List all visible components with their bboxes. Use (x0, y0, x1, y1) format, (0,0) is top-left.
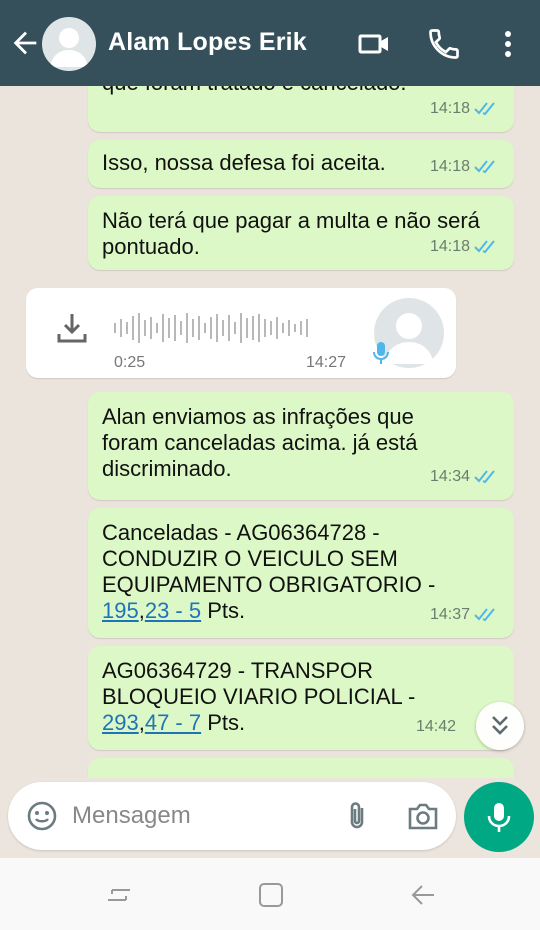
phone-link[interactable]: 293 (102, 710, 139, 735)
message-input-container[interactable] (8, 782, 456, 850)
voice-record-button[interactable] (464, 782, 534, 852)
message-composer (0, 778, 540, 858)
points-suffix: Pts. (201, 598, 246, 623)
message-text: que foram tratado e cancelado. (102, 86, 500, 96)
mic-icon (487, 803, 511, 832)
message-bubble[interactable]: Canceladas - AG06364728 - CONDUZIR O VEI… (88, 508, 514, 638)
scroll-to-bottom-button[interactable] (476, 702, 524, 750)
read-ticks-icon (474, 608, 495, 622)
phone-link[interactable]: 195 (102, 598, 139, 623)
message-line: EQUIPAMENTO OBRIGATORIO - (102, 572, 436, 597)
back-icon[interactable] (408, 880, 438, 910)
message-meta: 14:18 (430, 154, 500, 180)
message-input[interactable] (72, 796, 322, 836)
message-meta: 14:18 (430, 96, 500, 122)
download-icon[interactable] (54, 310, 90, 346)
voice-time: 14:27 (305, 354, 346, 371)
message-line: BLOQUEIO VIARIO POLICIAL - (102, 684, 416, 709)
phone-icon[interactable] (426, 26, 462, 62)
camera-icon[interactable] (406, 800, 440, 832)
message-text: Não terá que pagar a multa e não será po… (102, 208, 480, 259)
phone-link[interactable]: 47 - 7 (145, 710, 201, 735)
message-meta: 14:37 (430, 602, 500, 628)
read-ticks-icon (474, 240, 495, 254)
recent-apps-icon[interactable] (104, 880, 134, 910)
read-ticks-icon (474, 102, 495, 116)
double-chevron-down-icon (492, 716, 508, 735)
read-ticks-icon (474, 160, 495, 174)
message-meta: 14:34 (430, 464, 500, 490)
message-bubble[interactable]: Não terá que pagar a multa e não será po… (88, 196, 514, 270)
message-time: 14:42 (415, 718, 456, 735)
message-bubble[interactable]: AG06364729 - TRANSPOR BLOQUEIO VIARIO PO… (88, 646, 514, 750)
message-line: CONDUZIR O VEICULO SEM (102, 546, 398, 571)
more-vert-icon[interactable] (490, 26, 526, 62)
avatar[interactable] (42, 17, 96, 71)
message-line: Canceladas - AG06364728 - (102, 520, 380, 545)
audio-waveform[interactable] (114, 310, 308, 346)
message-time: 14:37 (429, 606, 470, 623)
voice-duration: 0:25 (114, 354, 146, 371)
attach-icon[interactable] (342, 800, 372, 832)
mic-icon (373, 342, 389, 364)
message-bubble[interactable] (88, 758, 514, 778)
read-ticks-icon (474, 470, 495, 484)
message-time: 14:18 (429, 238, 470, 255)
system-nav-bar (0, 858, 540, 930)
message-line: AG06364729 - TRANSPOR (102, 658, 374, 683)
points-suffix: Pts. (201, 710, 246, 735)
phone-link[interactable]: 23 - 5 (145, 598, 201, 623)
video-call-icon[interactable] (356, 26, 392, 62)
voice-message[interactable]: 0:25 14:27 (26, 288, 456, 378)
message-meta: 14:18 (430, 234, 500, 260)
message-time: 14:34 (429, 468, 470, 485)
message-meta: 14:42 (416, 714, 456, 740)
emoji-icon[interactable] (26, 800, 58, 832)
message-bubble[interactable]: Isso, nossa defesa foi aceita. 14:18 (88, 140, 514, 188)
chat-area[interactable]: que foram tratado e cancelado. 14:18 Iss… (0, 86, 540, 778)
message-time: 14:18 (429, 100, 470, 117)
message-bubble[interactable]: que foram tratado e cancelado. 14:18 (88, 86, 514, 132)
home-icon[interactable] (256, 880, 286, 910)
chat-header: Alam Lopes Erik (0, 0, 540, 86)
contact-name[interactable]: Alam Lopes Erik (108, 28, 307, 57)
back-arrow-icon[interactable] (8, 26, 42, 60)
message-time: 14:18 (429, 158, 470, 175)
message-text: Alan enviamos as infrações que foram can… (102, 404, 418, 481)
message-bubble[interactable]: Alan enviamos as infrações que foram can… (88, 392, 514, 500)
